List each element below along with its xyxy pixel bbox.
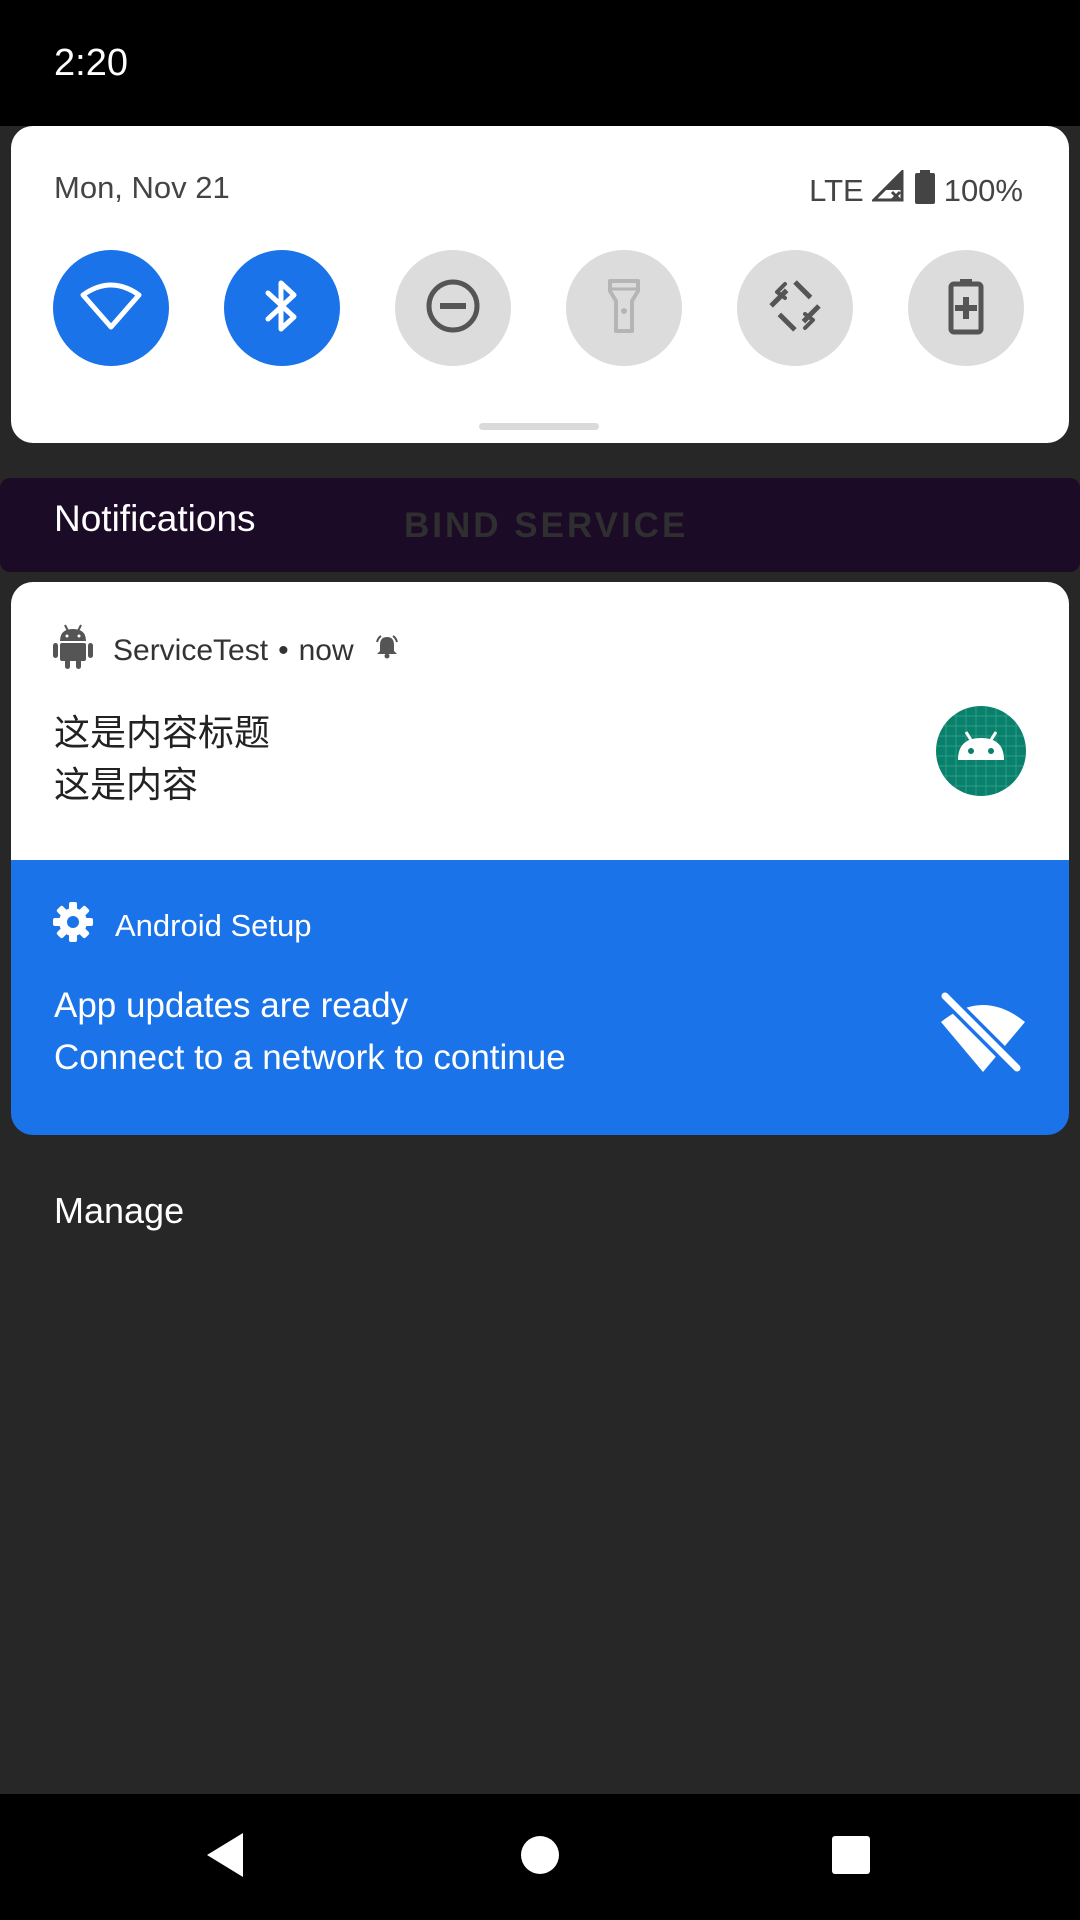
android-launcher-icon [936, 706, 1026, 796]
recents-icon [831, 1835, 871, 1880]
qs-status-icons: LTE 100% [809, 168, 1023, 212]
nav-back-button[interactable] [192, 1824, 258, 1890]
navigation-bar [0, 1794, 1080, 1920]
quick-settings-tiles [53, 250, 1033, 366]
notification-app-name: Android Setup [115, 908, 312, 943]
notification-text: 这是内容 [54, 764, 199, 805]
manage-notifications-button[interactable]: Manage [54, 1190, 184, 1232]
nav-recents-button[interactable] [818, 1824, 884, 1890]
qs-tile-auto-rotate[interactable] [737, 250, 853, 366]
battery-icon [914, 170, 936, 212]
gear-icon [53, 902, 93, 950]
qs-date[interactable]: Mon, Nov 21 [54, 170, 230, 206]
bluetooth-icon [262, 277, 302, 340]
do-not-disturb-icon [425, 278, 481, 339]
notification-shade-screen: 2:20 Mon, Nov 21 LTE 100% BIND SERVICE N… [0, 0, 1080, 1920]
notification-android-setup[interactable]: Android Setup App updates are ready Conn… [11, 860, 1069, 1135]
nav-home-button[interactable] [507, 1824, 573, 1890]
notifications-title: Notifications [54, 498, 256, 539]
battery-percent: 100% [943, 173, 1023, 208]
home-icon [519, 1834, 561, 1881]
qs-tile-do-not-disturb[interactable] [395, 250, 511, 366]
status-bar-clock: 2:20 [54, 42, 128, 84]
status-bar: 2:20 [0, 0, 1080, 126]
bind-service-button-behind: BIND SERVICE [404, 506, 689, 545]
cell-signal-no-data-icon [870, 168, 906, 212]
notification-separator: • [278, 634, 289, 667]
flashlight-icon [606, 277, 642, 340]
notification-time: now [298, 634, 354, 667]
notification-header-row: Android Setup [53, 902, 311, 950]
qs-tile-battery-saver[interactable] [908, 250, 1024, 366]
bell-icon [374, 634, 400, 668]
notification-header-row: ServiceTest • now [53, 624, 400, 678]
qs-tile-bluetooth[interactable] [224, 250, 340, 366]
notification-title: App updates are ready [54, 986, 409, 1025]
quick-settings-panel: Mon, Nov 21 LTE 100% [11, 126, 1069, 443]
qs-tile-wifi[interactable] [53, 250, 169, 366]
notifications-header: BIND SERVICE Notifications [0, 478, 1080, 572]
notification-title: 这是内容标题 [54, 712, 271, 753]
network-type-label: LTE [809, 173, 864, 208]
notification-text: Connect to a network to continue [54, 1038, 566, 1077]
wifi-icon [80, 281, 142, 336]
auto-rotate-icon [767, 278, 823, 339]
qs-tile-flashlight[interactable] [566, 250, 682, 366]
notification-app-name: ServiceTest [113, 634, 269, 667]
qs-drag-handle[interactable] [479, 423, 599, 430]
battery-saver-icon [948, 277, 984, 340]
back-icon [203, 1831, 247, 1884]
android-robot-icon [53, 624, 93, 678]
wifi-off-icon [936, 987, 1029, 1080]
notification-service-test[interactable]: ServiceTest • now 这是内容标题 这是内容 [11, 582, 1069, 860]
